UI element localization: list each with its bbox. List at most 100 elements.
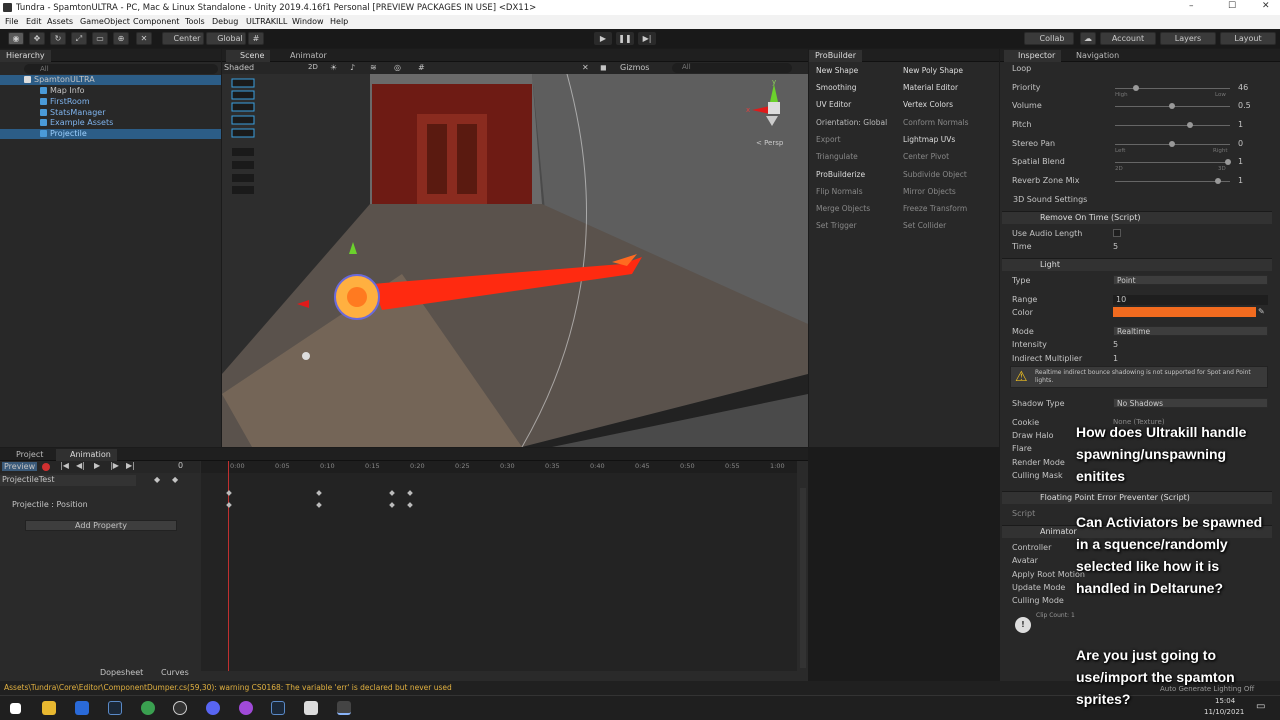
pb-material-editor[interactable]: Material Editor [903, 83, 958, 92]
tab-scene[interactable]: Scene [226, 50, 271, 62]
volume-slider-knob[interactable] [1169, 103, 1175, 109]
hierarchy-item[interactable]: FirstRoom [40, 97, 90, 106]
timeline-area[interactable]: 0:00 0:05 0:10 0:15 0:20 0:25 0:30 0:35 0:40 0:45… [201, 461, 797, 671]
range-value[interactable]: 10 [1113, 295, 1268, 305]
pb-new-shape[interactable]: New Shape [816, 66, 858, 75]
custom-tool-button[interactable]: ✕ [136, 32, 152, 45]
transform-tool-button[interactable]: ⊕ [113, 32, 129, 45]
pb-vertex-colors[interactable]: Vertex Colors [903, 100, 953, 109]
pb-mirror-objects[interactable]: Mirror Objects [903, 187, 956, 196]
volume-value[interactable]: 0.5 [1238, 101, 1251, 111]
step-button[interactable]: ▶| [638, 32, 656, 45]
menu-ultrakill[interactable]: ULTRAKILL [246, 17, 287, 26]
pb-flip-normals[interactable]: Flip Normals [816, 187, 863, 196]
intensity-value[interactable]: 5 [1113, 340, 1118, 350]
dopesheet-button[interactable]: Dopesheet [100, 668, 143, 677]
last-key-icon[interactable]: ▶| [126, 461, 135, 470]
pause-button[interactable]: ❚❚ [616, 32, 634, 45]
pb-uv-editor[interactable]: UV Editor [816, 100, 851, 109]
scale-tool-button[interactable]: ⤢ [71, 32, 87, 45]
menu-window[interactable]: Window [292, 17, 324, 26]
windows-start-icon[interactable] [10, 703, 21, 714]
discord-icon[interactable] [206, 701, 220, 715]
priority-slider-knob[interactable] [1133, 85, 1139, 91]
hierarchy-scene-row[interactable]: SpamtonULTRA [0, 75, 221, 85]
stereo-pan-slider-knob[interactable] [1169, 141, 1175, 147]
menu-assets[interactable]: Assets [47, 17, 73, 26]
play-button[interactable]: ▶ [594, 32, 612, 45]
snap-button[interactable]: # [248, 32, 264, 45]
pitch-value[interactable]: 1 [1238, 120, 1243, 130]
minimize-button[interactable]: – [1189, 1, 1194, 11]
eyedropper-icon[interactable]: ✎ [1258, 307, 1265, 316]
layers-dropdown[interactable]: Layers [1160, 32, 1216, 45]
tab-project[interactable]: Project [4, 449, 49, 461]
pb-smoothing[interactable]: Smoothing [816, 83, 857, 92]
tab-animator[interactable]: Animator [278, 50, 333, 62]
lighting-toggle-icon[interactable]: ☀ [330, 63, 337, 72]
app-icon[interactable] [75, 701, 89, 715]
tab-probuilder[interactable]: ProBuilder [809, 50, 862, 62]
view-tool-button[interactable]: ◉ [8, 32, 24, 45]
reverb-slider-knob[interactable] [1215, 178, 1221, 184]
obs-icon[interactable] [173, 701, 187, 715]
pb-center-pivot[interactable]: Center Pivot [903, 152, 949, 161]
pivot-center-button[interactable]: Center [162, 32, 204, 45]
pitch-slider-knob[interactable] [1187, 122, 1193, 128]
shading-dropdown[interactable]: Shaded [224, 63, 304, 72]
use-audio-length-checkbox[interactable] [1113, 229, 1121, 237]
cloud-icon[interactable]: ☁ [1080, 32, 1096, 45]
steam-icon-2[interactable] [271, 701, 285, 715]
pb-subdivide-object[interactable]: Subdivide Object [903, 170, 967, 179]
steam-icon[interactable] [108, 701, 122, 715]
hierarchy-item[interactable]: Map Info [40, 86, 85, 95]
rotate-tool-button[interactable]: ↻ [50, 32, 66, 45]
visual-studio-icon[interactable] [337, 701, 351, 715]
file-explorer-icon[interactable] [42, 701, 56, 715]
gizmos-dropdown[interactable]: Gizmos [620, 63, 649, 72]
rect-tool-button[interactable]: ▭ [92, 32, 108, 45]
effects-toggle-icon[interactable]: ≋ [370, 63, 377, 72]
next-key-icon[interactable]: |▶ [110, 461, 119, 470]
prev-key-icon[interactable]: ◀| [76, 461, 85, 470]
add-keyframe-icon[interactable]: ◆ [154, 475, 160, 484]
maximize-button[interactable]: ☐ [1228, 1, 1236, 11]
grid-toggle-icon[interactable]: # [418, 63, 425, 72]
layout-dropdown[interactable]: Layout [1220, 32, 1276, 45]
tab-inspector[interactable]: Inspector [1004, 50, 1062, 62]
shadow-type-dropdown[interactable]: No Shadows [1113, 398, 1268, 408]
tab-hierarchy[interactable]: Hierarchy [0, 50, 51, 62]
pb-export[interactable]: Export [816, 135, 841, 144]
play-animation-icon[interactable]: ▶ [94, 461, 100, 470]
close-button[interactable]: ✕ [1262, 1, 1270, 11]
property-row[interactable]: Projectile : Position [0, 500, 200, 510]
reverb-slider[interactable] [1115, 181, 1230, 182]
first-key-icon[interactable]: |◀ [60, 461, 69, 470]
unity-icon[interactable] [304, 701, 318, 715]
add-event-icon[interactable]: ◆ [172, 475, 178, 484]
stereo-pan-value[interactable]: 0 [1238, 139, 1243, 149]
preview-toggle[interactable]: Preview [2, 462, 38, 471]
chrome-icon[interactable] [141, 701, 155, 715]
move-tool-button[interactable]: ✥ [29, 32, 45, 45]
pb-set-trigger[interactable]: Set Trigger [816, 221, 857, 230]
3d-sound-foldout[interactable]: 3D Sound Settings [1013, 195, 1087, 205]
hierarchy-search-input[interactable]: All [24, 64, 218, 74]
menu-file[interactable]: File [5, 17, 18, 26]
pb-freeze-transform[interactable]: Freeze Transform [903, 204, 967, 213]
pb-new-poly-shape[interactable]: New Poly Shape [903, 66, 963, 75]
account-dropdown[interactable]: Account [1100, 32, 1156, 45]
visibility-toggle-icon[interactable]: ◎ [394, 63, 401, 72]
tab-navigation[interactable]: Navigation [1064, 50, 1125, 62]
menu-gameobject[interactable]: GameObject [80, 17, 130, 26]
pb-conform-normals[interactable]: Conform Normals [903, 118, 969, 127]
clip-dropdown[interactable]: ProjectileTest [0, 475, 136, 486]
pb-orientation[interactable]: Orientation: Global [816, 118, 887, 127]
spatial-blend-value[interactable]: 1 [1238, 157, 1243, 167]
light-header[interactable]: Light [1002, 258, 1272, 271]
menu-tools[interactable]: Tools [185, 17, 205, 26]
camera-icon[interactable]: ◼ [600, 63, 607, 72]
scene-viewport[interactable] [222, 74, 808, 447]
reverb-value[interactable]: 1 [1238, 176, 1243, 186]
tools-icon[interactable]: ✕ [582, 63, 589, 72]
